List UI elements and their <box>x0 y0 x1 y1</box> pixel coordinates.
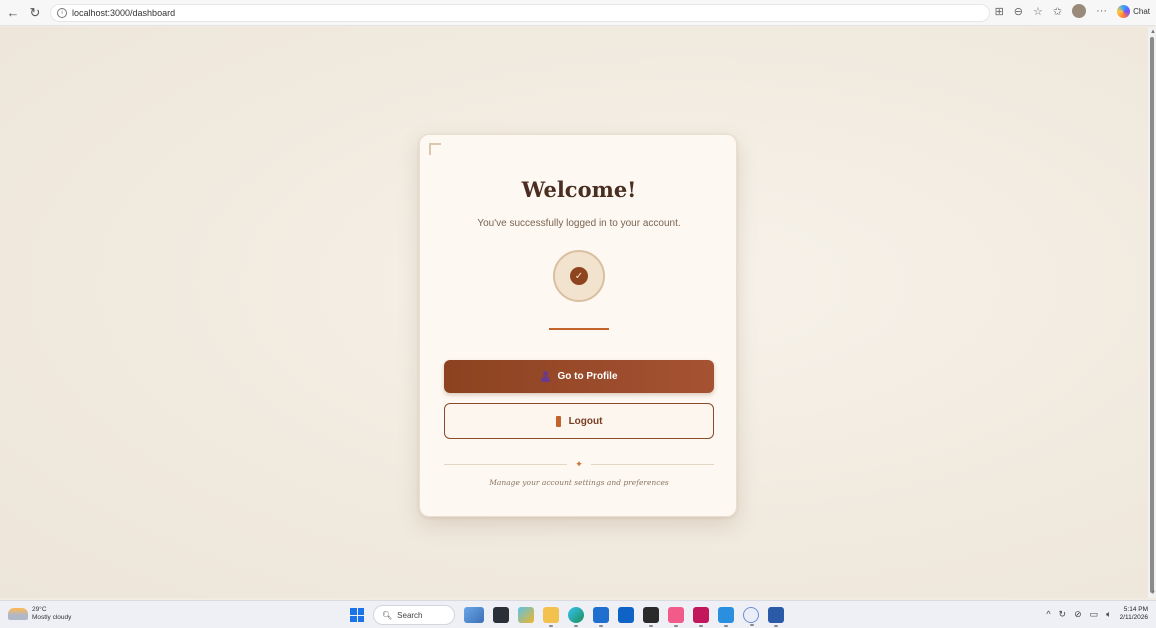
terminal-icon[interactable] <box>643 607 659 627</box>
zoom-icon[interactable]: ⊖ <box>1014 5 1023 18</box>
info-icon[interactable]: i <box>57 7 67 18</box>
success-badge: ✓ <box>553 250 605 302</box>
taskbar-apps: 🔍︎ Search <box>350 605 784 627</box>
clock-date: 2/11/2026 <box>1119 614 1148 621</box>
chat-label: Chat <box>1133 6 1150 16</box>
sync-icon[interactable]: ↻ <box>1059 609 1067 620</box>
display-icon[interactable]: ▭ <box>1090 609 1099 620</box>
word-icon[interactable] <box>768 607 784 627</box>
door-icon <box>555 415 561 427</box>
sparkle-icon: ✦ <box>575 458 583 469</box>
task-view-icon[interactable] <box>493 607 509 623</box>
page-scrollbar[interactable]: ▲ ▼ <box>1148 27 1156 598</box>
clock-time: 5:14 PM <box>1123 606 1148 613</box>
card-title: Welcome! <box>521 177 637 202</box>
start-icon[interactable] <box>350 608 364 622</box>
store-icon[interactable] <box>518 607 534 623</box>
welcome-card: Welcome! You've successfully logged in t… <box>419 134 737 517</box>
vscode-icon[interactable] <box>718 607 734 627</box>
weather-temp: 29°C <box>32 606 47 613</box>
search-icon: 🔍︎ <box>382 610 393 620</box>
browser-toolbar: ← ↻ i localhost:3000/dashboard ⊞ ⊖ ☆ ✩ ·… <box>0 0 1156 26</box>
edge-icon[interactable] <box>568 607 584 627</box>
reader-view-icon[interactable]: ⊞ <box>995 5 1004 18</box>
profile-avatar[interactable] <box>1072 4 1087 18</box>
scrollbar-thumb[interactable] <box>1150 37 1154 593</box>
logout-label: Logout <box>568 415 603 427</box>
network-icon[interactable]: ⊘ <box>1074 609 1082 620</box>
weather-widget[interactable]: 29°C Mostly cloudy <box>8 606 71 622</box>
go-to-profile-button[interactable]: Go to Profile <box>444 360 714 393</box>
chrome-icon[interactable] <box>743 607 759 626</box>
search-label: Search <box>397 610 423 620</box>
footer-ornament: ✦ <box>444 458 715 470</box>
corner-ornament <box>429 143 441 155</box>
card-subtitle: You've successfully logged in to your ac… <box>477 218 681 229</box>
logout-button[interactable]: Logout <box>444 403 714 439</box>
scroll-up-icon[interactable]: ▲ <box>1150 29 1156 35</box>
favorites-icon[interactable]: ✩ <box>1053 5 1062 18</box>
file-explorer-icon[interactable] <box>543 607 559 627</box>
jetbrains-icon[interactable] <box>693 607 709 627</box>
card-footnote: Manage your account settings and prefere… <box>489 478 669 487</box>
teams-icon[interactable] <box>593 607 609 627</box>
volume-icon[interactable]: 🔈︎ <box>1106 609 1111 620</box>
widgets-icon[interactable] <box>464 607 484 623</box>
copilot-icon <box>1117 4 1131 18</box>
taskbar-clock[interactable]: 5:14 PM 2/11/2026 <box>1120 606 1148 622</box>
weather-desc: Mostly cloudy <box>32 614 72 621</box>
address-bar[interactable]: i localhost:3000/dashboard <box>50 3 990 22</box>
taskbar-search[interactable]: 🔍︎ Search <box>373 605 455 625</box>
checkmark-icon: ✓ <box>570 267 588 285</box>
windows-taskbar: 29°C Mostly cloudy 🔍︎ Search ^ ↻ ⊘ ▭ 🔈︎ … <box>0 600 1156 628</box>
go-to-profile-label: Go to Profile <box>557 371 618 382</box>
refresh-icon[interactable]: ↻ <box>26 4 44 22</box>
back-icon[interactable]: ← <box>4 4 22 22</box>
user-icon <box>540 371 550 382</box>
chevron-up-icon[interactable]: ^ <box>1046 609 1050 619</box>
xampp-icon[interactable] <box>668 607 684 627</box>
outlook-icon[interactable] <box>618 607 634 623</box>
url-text: localhost:3000/dashboard <box>72 7 176 18</box>
more-menu-icon[interactable]: ··· <box>1096 5 1107 17</box>
scroll-down-icon[interactable]: ▼ <box>1150 590 1156 596</box>
weather-icon <box>8 608 28 620</box>
system-tray: ^ ↻ ⊘ ▭ 🔈︎ 5:14 PM 2/11/2026 <box>1046 606 1148 622</box>
copilot-chat-button[interactable]: Chat <box>1117 4 1150 18</box>
favorite-star-icon[interactable]: ☆ <box>1033 5 1043 18</box>
accent-divider <box>549 328 609 330</box>
toolbar-icons: ⊞ ⊖ ☆ ✩ ··· Chat <box>995 4 1150 18</box>
